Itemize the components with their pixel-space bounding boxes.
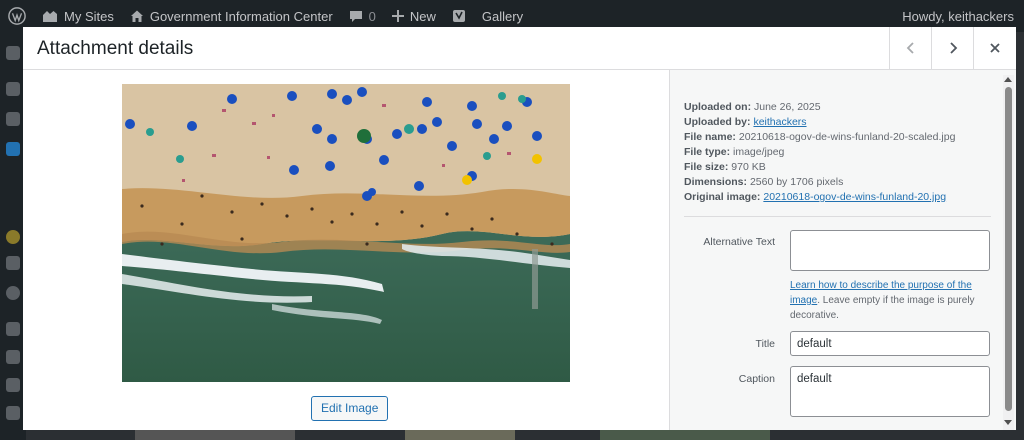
home-icon [130, 10, 143, 22]
file-size-label: File size: [684, 161, 729, 173]
comment-icon [349, 10, 362, 22]
title-input[interactable] [790, 331, 990, 356]
attachment-details-modal: Attachment details Edit Image Uploaded o… [23, 27, 1016, 430]
scroll-up-icon[interactable] [1004, 77, 1012, 82]
cap-icon[interactable] [6, 112, 20, 126]
howdy-label: Howdy, keithackers [902, 8, 1014, 24]
plugin-badge-icon[interactable] [6, 230, 20, 244]
title-label: Title [755, 338, 775, 350]
pages-icon[interactable] [6, 256, 20, 270]
scroll-down-icon[interactable] [1004, 420, 1012, 425]
file-name-value: 20210618-ogov-de-wins-funland-20-scaled.… [738, 131, 956, 143]
previous-button[interactable] [889, 27, 931, 69]
alt-text-field[interactable] [790, 230, 990, 271]
dimensions-row: Dimensions: 2560 by 1706 pixels [684, 175, 994, 190]
wordpress-icon [8, 7, 26, 25]
modal-header: Attachment details [23, 27, 1016, 70]
alt-text-help-text: . Leave empty if the image is purely dec… [790, 295, 975, 321]
dimensions-value: 2560 by 1706 pixels [749, 176, 844, 188]
background-thumbnail [600, 430, 770, 440]
caption-label: Caption [738, 373, 775, 385]
yoast-icon [452, 10, 465, 22]
wrench-icon[interactable] [6, 378, 20, 392]
uploaded-on-row: Uploaded on: June 26, 2025 [684, 100, 994, 115]
uploaded-by-row: Uploaded by: keithackers [684, 115, 994, 130]
tools-icon[interactable] [6, 322, 20, 336]
attachment-image [122, 84, 570, 382]
alt-text-label: Alternative Text [703, 236, 775, 248]
close-button[interactable] [973, 27, 1015, 69]
file-type-row: File type: image/jpeg [684, 145, 994, 160]
modal-title: Attachment details [37, 38, 194, 59]
check-icon[interactable] [6, 286, 20, 300]
details-divider [684, 216, 991, 217]
sites-icon [43, 11, 57, 22]
file-details: Uploaded on: June 26, 2025 Uploaded by: … [684, 100, 994, 205]
my-sites-label: My Sites [64, 8, 114, 24]
close-icon [989, 43, 1000, 53]
uploaded-on-value: June 26, 2025 [754, 101, 821, 113]
original-image-label: Original image: [684, 191, 761, 203]
chevron-left-icon [906, 42, 914, 54]
details-scrollbar[interactable] [1003, 75, 1014, 430]
uploaded-on-label: Uploaded on: [684, 101, 752, 113]
background-thumbnail [135, 430, 295, 440]
file-size-row: File size: 970 KB [684, 160, 994, 175]
chevron-right-icon [949, 42, 957, 54]
scrollbar-thumb[interactable] [1005, 87, 1012, 411]
edit-image-button[interactable]: Edit Image [311, 396, 389, 421]
original-image-row: Original image: 20210618-ogov-de-wins-fu… [684, 190, 994, 205]
file-name-row: File name: 20210618-ogov-de-wins-funland… [684, 130, 994, 145]
file-size-value: 970 KB [731, 161, 766, 173]
image-preview-pane: Edit Image [23, 70, 669, 430]
uploaded-by-label: Uploaded by: [684, 116, 751, 128]
original-image-link[interactable]: 20210618-ogov-de-wins-funland-20.jpg [763, 191, 946, 203]
attachment-info-pane: Uploaded on: June 26, 2025 Uploaded by: … [669, 70, 1016, 430]
dimensions-label: Dimensions: [684, 176, 748, 188]
site-name-label: Government Information Center [149, 8, 333, 24]
plus-icon [391, 10, 404, 22]
file-type-value: image/jpeg [733, 146, 785, 158]
alt-text-help: Learn how to describe the purpose of the… [790, 278, 990, 323]
caption-field[interactable]: default [790, 366, 990, 417]
gallery-label: Gallery [481, 8, 524, 24]
file-name-label: File name: [684, 131, 736, 143]
uploaded-by-link[interactable]: keithackers [753, 116, 806, 128]
background-thumbnail [405, 430, 515, 440]
pin-icon[interactable] [6, 82, 20, 96]
settings-icon[interactable] [6, 406, 20, 420]
next-button[interactable] [931, 27, 973, 69]
file-type-label: File type: [684, 146, 731, 158]
comments-count: 0 [368, 8, 376, 24]
new-label: New [409, 8, 436, 24]
users-icon[interactable] [6, 350, 20, 364]
dashboard-icon[interactable] [6, 46, 20, 60]
media-icon[interactable] [6, 142, 20, 156]
